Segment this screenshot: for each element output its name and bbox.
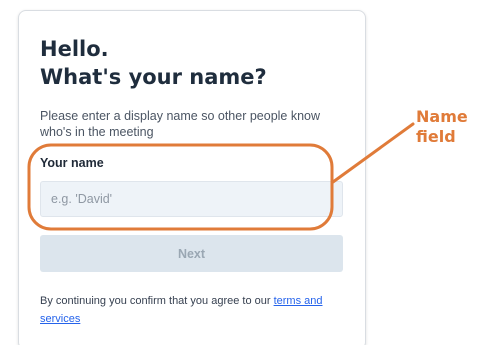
page-title: Hello. What's your name? — [40, 35, 267, 91]
terms-notice: By continuing you confirm that you agree… — [40, 292, 350, 328]
title-greeting: Hello. — [40, 37, 109, 61]
annotation-label: Name field — [416, 107, 468, 147]
screenshot-stage: Hello. What's your name? Please enter a … — [0, 0, 488, 345]
join-dialog-card: Hello. What's your name? Please enter a … — [18, 10, 366, 345]
title-question: What's your name? — [40, 65, 267, 89]
annotation-label-line1: Name — [416, 107, 468, 126]
next-button[interactable]: Next — [40, 235, 343, 272]
description-text: Please enter a display name so other peo… — [40, 109, 321, 139]
annotation-label-line2: field — [416, 127, 456, 146]
name-field-label: Your name — [40, 156, 104, 170]
terms-prefix-text: By continuing you confirm that you agree… — [40, 295, 274, 307]
name-input[interactable] — [40, 181, 343, 217]
